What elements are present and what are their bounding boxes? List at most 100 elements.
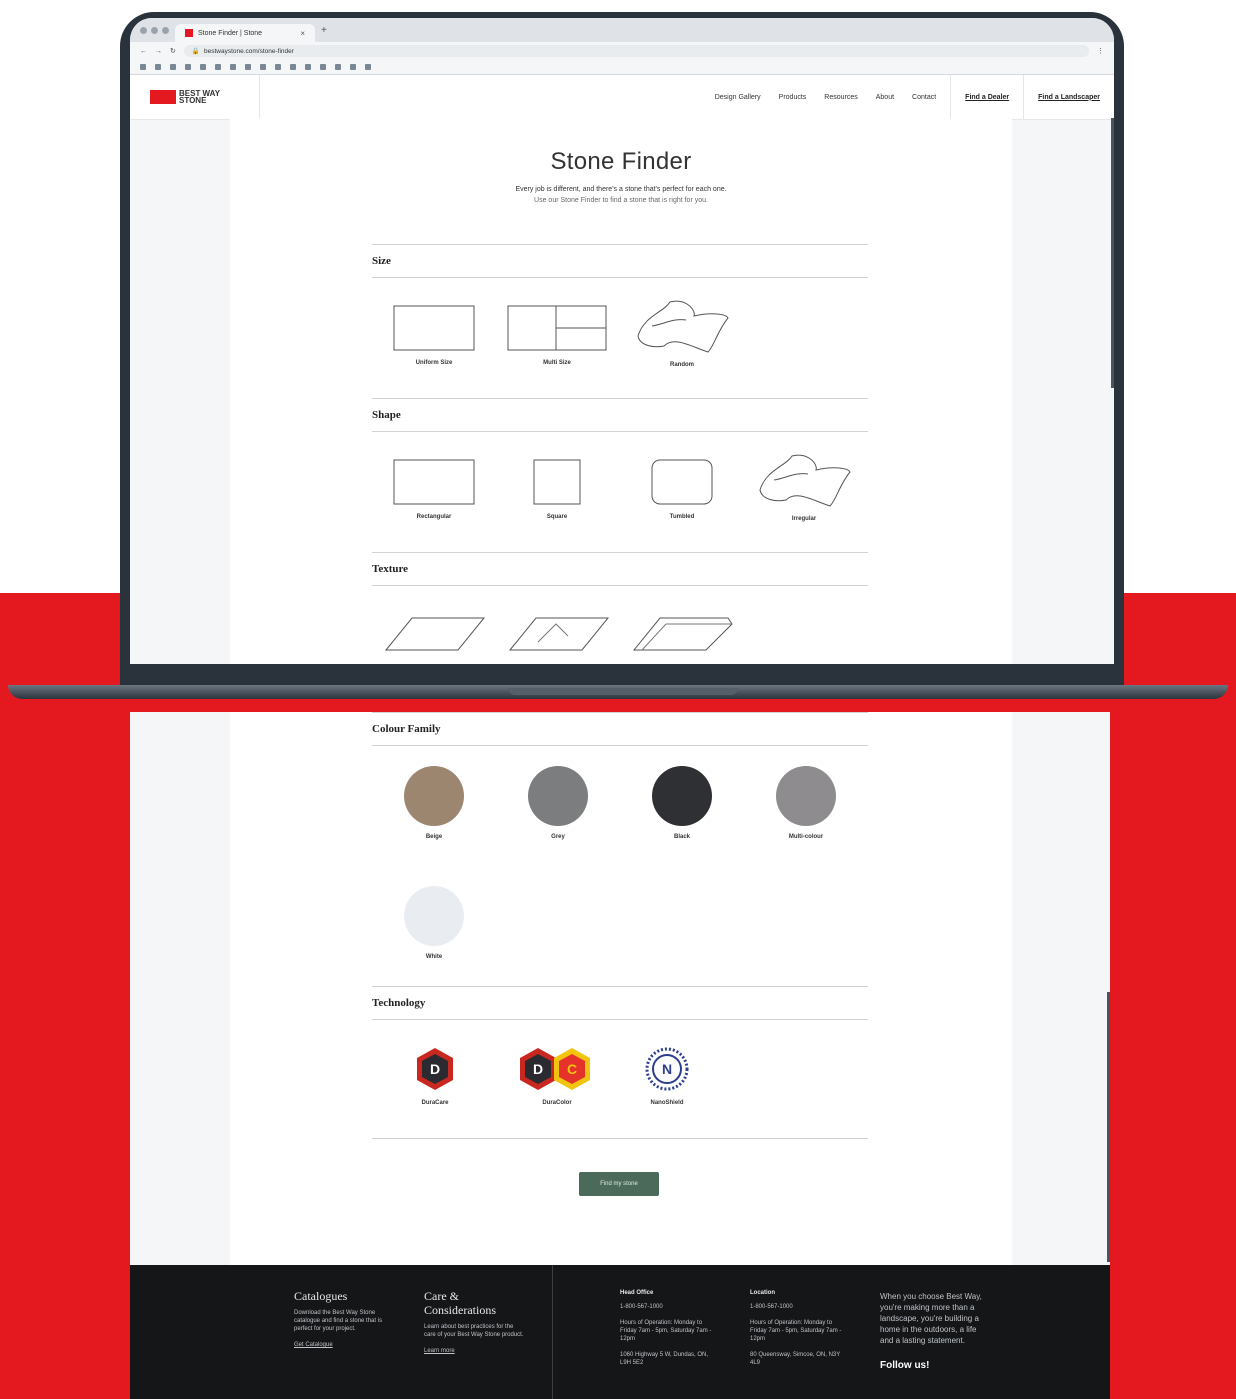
footer-tagline: When you choose Best Way, you're making …: [880, 1291, 990, 1371]
find-my-stone-button[interactable]: Find my stone: [579, 1172, 659, 1196]
find-landscaper-link[interactable]: Find a Landscaper: [1023, 75, 1114, 119]
shape-option-square[interactable]: Square: [532, 458, 582, 520]
tagline-text: When you choose Best Way, you're making …: [880, 1292, 982, 1345]
footer-divider: [552, 1265, 553, 1399]
scrollbar[interactable]: [1107, 992, 1110, 1262]
get-catalogue-link[interactable]: Get Catalogue: [294, 1341, 390, 1349]
option-label: DuraColor: [542, 1100, 572, 1106]
texture-option-rough[interactable]: [632, 614, 736, 654]
browser-tab[interactable]: Stone Finder | Stone ×: [175, 24, 315, 42]
bookmark-icon[interactable]: [215, 64, 221, 70]
colour-option-black[interactable]: Black: [648, 766, 716, 840]
forward-icon[interactable]: →: [155, 48, 162, 55]
technology-heading: Technology: [372, 986, 868, 1020]
new-tab-icon[interactable]: +: [321, 25, 327, 36]
nav-item-products[interactable]: Products: [779, 94, 807, 101]
bookmark-icon[interactable]: [170, 64, 176, 70]
shape-heading: Shape: [372, 398, 868, 432]
tech-option-duracare[interactable]: D DuraCare: [410, 1046, 460, 1106]
reload-icon[interactable]: ↻: [170, 47, 176, 55]
square-icon: [533, 459, 581, 505]
nav-item-contact[interactable]: Contact: [912, 94, 936, 101]
multi-colour-swatch: [776, 766, 836, 826]
option-label: NanoShield: [650, 1100, 684, 1106]
bookmark-icon[interactable]: [275, 64, 281, 70]
nav-item-about[interactable]: About: [876, 94, 894, 101]
option-label: Random: [670, 362, 694, 368]
logo-mark: [150, 90, 176, 104]
subtitle-line: Use our Stone Finder to find a stone tha…: [534, 197, 708, 204]
bookmark-icon[interactable]: [350, 64, 356, 70]
office-address: 80 Queensway, Simcoe, ON, N3Y 4L9: [750, 1352, 841, 1366]
nav-item-resources[interactable]: Resources: [824, 94, 857, 101]
office-hours: Hours of Operation: Monday to Friday 7am…: [750, 1320, 842, 1342]
bookmark-icon[interactable]: [305, 64, 311, 70]
bookmark-icon[interactable]: [335, 64, 341, 70]
bookmark-icon[interactable]: [365, 64, 371, 70]
size-option-uniform[interactable]: Uniform Size: [392, 304, 476, 366]
bookmark-icon[interactable]: [155, 64, 161, 70]
svg-text:D: D: [533, 1061, 543, 1077]
site-header: BEST WAY STONE Design Gallery Products R…: [130, 75, 1114, 120]
bookmark-icon[interactable]: [200, 64, 206, 70]
irregular-icon: [759, 454, 851, 507]
bookmark-icon[interactable]: [230, 64, 236, 70]
option-label: Multi Size: [543, 360, 571, 366]
bookmark-icon[interactable]: [290, 64, 296, 70]
scrollbar[interactable]: [1111, 118, 1114, 388]
bookmark-icon[interactable]: [245, 64, 251, 70]
option-label: Irregular: [791, 516, 817, 522]
size-option-multi[interactable]: Multi Size: [506, 304, 608, 366]
phone-number[interactable]: 1-800-567-1000: [750, 1303, 846, 1311]
main-nav: Design Gallery Products Resources About …: [715, 94, 936, 101]
colour-option-white[interactable]: White: [400, 886, 468, 960]
tech-option-duracolor[interactable]: D C DuraColor: [514, 1046, 600, 1106]
subtitle-line: Every job is different, and there's a st…: [515, 186, 727, 193]
bookmark-icon[interactable]: [185, 64, 191, 70]
colour-heading: Colour Family: [372, 712, 868, 746]
phone-number[interactable]: 1-800-567-1000: [620, 1303, 716, 1311]
nanoshield-badge-icon: N: [645, 1047, 689, 1091]
rectangular-icon: [393, 459, 475, 505]
tech-option-nanoshield[interactable]: N NanoShield: [642, 1046, 692, 1106]
bookmark-icon[interactable]: [320, 64, 326, 70]
shape-option-rectangular[interactable]: Rectangular: [392, 458, 476, 520]
footer-care: Care & Considerations Learn about best pr…: [424, 1289, 524, 1355]
bookmark-icon[interactable]: [140, 64, 146, 70]
texture-option-smooth[interactable]: [384, 614, 488, 654]
bookmark-icon[interactable]: [260, 64, 266, 70]
colour-option-multi[interactable]: Multi-colour: [770, 766, 842, 840]
lock-icon: 🔒: [191, 48, 200, 55]
shape-option-irregular[interactable]: Irregular: [756, 450, 852, 522]
shape-option-tumbled[interactable]: Tumbled: [650, 458, 714, 520]
extensions-icon[interactable]: ⋮: [1097, 47, 1104, 55]
rough-texture-icon: [632, 617, 733, 651]
colour-option-beige[interactable]: Beige: [400, 766, 468, 840]
site-logo[interactable]: BEST WAY STONE: [150, 89, 229, 105]
find-dealer-link[interactable]: Find a Dealer: [950, 75, 1023, 119]
option-label: White: [425, 954, 443, 960]
laptop-screen: Stone Finder | Stone × + ← → ↻ 🔒 bestway…: [130, 18, 1114, 664]
address-bar[interactable]: 🔒 bestwaystone.com/stone-finder: [183, 45, 1089, 57]
black-swatch: [652, 766, 712, 826]
page-continuation: Colour Family Beige Grey Black Multi-col…: [130, 712, 1110, 1265]
bookmarks-bar: [130, 60, 1114, 75]
texture-option-textured[interactable]: [508, 614, 612, 654]
office-address: 1060 Highway 5 W, Dundas, ON, L9H 5E2: [620, 1352, 709, 1366]
close-icon[interactable]: ×: [300, 29, 305, 38]
nav-item-design-gallery[interactable]: Design Gallery: [715, 94, 761, 101]
option-label: Black: [673, 834, 690, 840]
footer-heading: Catalogues: [294, 1289, 348, 1303]
option-label: Tumbled: [669, 514, 695, 520]
back-icon[interactable]: ←: [140, 48, 147, 55]
learn-more-link[interactable]: Learn more: [424, 1347, 524, 1355]
size-option-random[interactable]: Random: [634, 296, 730, 368]
option-label: Grey: [551, 834, 565, 840]
logo-text: BEST WAY STONE: [179, 89, 220, 105]
address-row: ← → ↻ 🔒 bestwaystone.com/stone-finder ⋮: [130, 42, 1114, 60]
window-controls[interactable]: [140, 26, 169, 34]
colour-option-grey[interactable]: Grey: [524, 766, 592, 840]
footer-head-office: Head Office 1-800-567-1000 Hours of Oper…: [620, 1289, 716, 1367]
option-label: Square: [546, 514, 568, 520]
svg-text:D: D: [430, 1061, 440, 1077]
